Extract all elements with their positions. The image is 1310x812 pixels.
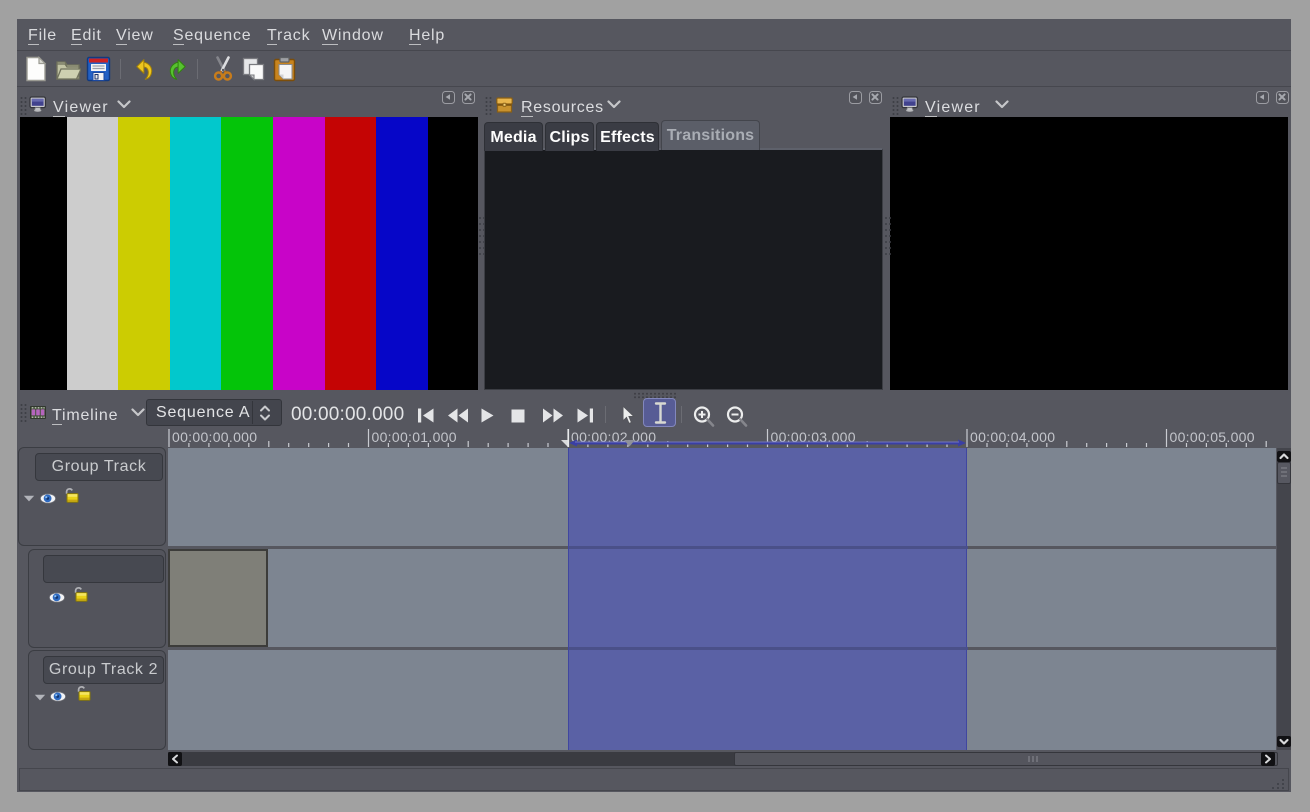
- svg-text:00:00:00.000: 00:00:00.000: [172, 429, 257, 445]
- svg-text:00:00:04.000: 00:00:04.000: [970, 429, 1055, 445]
- svg-text:00:00:01.000: 00:00:01.000: [372, 429, 457, 445]
- svg-text:00:00:05.000: 00:00:05.000: [1170, 429, 1255, 445]
